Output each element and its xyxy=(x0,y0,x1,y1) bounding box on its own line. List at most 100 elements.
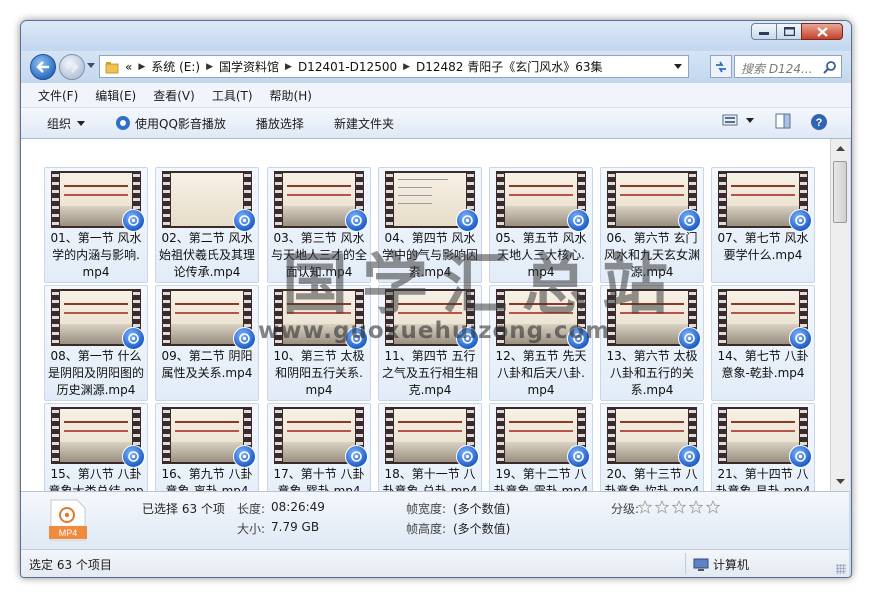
chevron-right-icon: ▶ xyxy=(403,61,411,72)
scroll-thumb[interactable] xyxy=(833,161,847,223)
thumbnail-subtitle-bar xyxy=(509,194,573,196)
file-item[interactable]: 16、第九节 八卦意象-离卦.mp4 xyxy=(155,403,259,491)
file-item[interactable]: 05、第五节 风水天地人三大核心.mp4 xyxy=(489,167,593,283)
qq-player-icon xyxy=(567,445,590,468)
scroll-up-button[interactable] xyxy=(833,141,848,156)
file-grid[interactable]: 01、第一节 风水学的内涵与影响.mp4 02、第二节 风水始祖伏羲氏及其理论传承… xyxy=(21,139,830,491)
file-item-label: 10、第三节 太极和阴阳五行关系.mp4 xyxy=(273,349,365,397)
address-bar[interactable]: « ▶ 系统 (E:) ▶ 国学资料馆 ▶ D12401-D12500 ▶ D12482… xyxy=(99,55,689,78)
file-item[interactable]: 09、第二节 阴阳属性及关系.mp4 xyxy=(155,285,259,401)
new-folder-button[interactable]: 新建文件夹 xyxy=(334,115,394,132)
file-item-label: 11、第四节 五行之气及五行相生相克.mp4 xyxy=(381,349,478,397)
film-strip xyxy=(497,171,504,228)
vertical-scrollbar[interactable] xyxy=(830,139,850,491)
search-box[interactable]: 搜索 D124... xyxy=(734,55,842,78)
resize-grip[interactable] xyxy=(836,564,846,574)
thumbnail-subtitle-bar xyxy=(620,430,684,432)
forward-button[interactable] xyxy=(59,54,85,80)
minimize-button[interactable] xyxy=(751,23,777,40)
breadcrumb-folder[interactable]: ▶ D12401-D12500 xyxy=(279,60,397,74)
thumbnail-subtitle-bar xyxy=(398,312,462,314)
breadcrumb-drive[interactable]: ▶ 系统 (E:) xyxy=(132,58,200,75)
file-item[interactable]: 01、第一节 风水学的内涵与影响.mp4 xyxy=(44,167,148,283)
file-item[interactable]: 19、第十二节 八卦意象-震卦.mp4 xyxy=(489,403,593,491)
thumbnail-subtitle-bar xyxy=(731,312,795,314)
menu-view[interactable]: 查看(V) xyxy=(153,87,195,104)
file-item[interactable]: 20、第十三节 八卦意象-坎卦.mp4 xyxy=(600,403,704,491)
qq-player-icon xyxy=(116,116,131,130)
file-item[interactable]: 02、第二节 风水始祖伏羲氏及其理论传承.mp4 xyxy=(155,167,259,283)
maximize-icon xyxy=(783,27,795,36)
organize-button[interactable]: 组织 xyxy=(47,115,86,132)
file-item-label: 09、第二节 阴阳属性及关系.mp4 xyxy=(161,349,253,380)
file-item[interactable]: 21、第十四节 八卦意象-艮卦.mp4 xyxy=(711,403,815,491)
file-item[interactable]: 08、第一节 什么是阴阳及阴阳图的历史渊源.mp4 xyxy=(44,285,148,401)
rating-stars[interactable] xyxy=(637,499,723,517)
thumbnail-subtitle-bar xyxy=(64,312,128,314)
breadcrumb-folder[interactable]: ▶ 国学资料馆 xyxy=(200,58,279,75)
close-button[interactable] xyxy=(801,23,843,40)
thumbnail-subtitle-bar xyxy=(287,430,351,432)
refresh-button[interactable] xyxy=(710,55,732,78)
status-text: 选定 63 个项目 xyxy=(29,558,112,572)
status-bar: 选定 63 个项目 计算机 xyxy=(21,549,849,577)
film-strip xyxy=(719,289,726,346)
file-item[interactable]: 12、第五节 先天八卦和后天八卦.mp4 xyxy=(489,285,593,401)
star-icon[interactable] xyxy=(705,499,721,517)
file-item[interactable]: 13、第六节 太极八卦和五行的关系.mp4 xyxy=(600,285,704,401)
back-button[interactable] xyxy=(30,54,56,80)
search-icon[interactable] xyxy=(823,60,837,74)
thumbnail-subtitle-bar xyxy=(175,312,239,314)
file-item[interactable]: 04、第四节 风水学中的气与影响因素.mp4 xyxy=(378,167,482,283)
file-item[interactable]: 10、第三节 太极和阴阳五行关系.mp4 xyxy=(267,285,371,401)
menu-tools[interactable]: 工具(T) xyxy=(212,87,253,104)
file-item[interactable]: 06、第六节 玄门风水和九天玄女渊源.mp4 xyxy=(600,167,704,283)
qq-player-icon xyxy=(789,209,812,232)
film-strip xyxy=(163,171,170,228)
change-view-button[interactable] xyxy=(722,113,754,127)
search-placeholder: 搜索 D124... xyxy=(741,62,813,76)
thumbnail-title-bar xyxy=(64,421,128,423)
thumbnail-landscape xyxy=(283,206,355,226)
breadcrumb-current[interactable]: ▶ D12482 青阳子《玄门风水》63集 xyxy=(397,58,602,75)
play-qq-button[interactable]: 使用QQ影音播放 xyxy=(115,115,226,132)
help-button[interactable]: ? xyxy=(810,113,828,131)
play-selection-button[interactable]: 播放选择 xyxy=(256,115,304,132)
file-item[interactable]: 14、第七节 八卦意象-乾卦.mp4 xyxy=(711,285,815,401)
thumbnail-title-bar xyxy=(287,303,351,305)
menu-help[interactable]: 帮助(H) xyxy=(270,87,312,104)
file-item[interactable]: 15、第八节 八卦意象大类总结.mp4 xyxy=(44,403,148,491)
breadcrumb-label: D12482 青阳子《玄门风水》63集 xyxy=(416,60,603,74)
thumbnail-subtitle-bar xyxy=(620,312,684,314)
thumbnail-landscape xyxy=(394,324,466,344)
preview-pane-button[interactable] xyxy=(775,113,791,129)
file-item[interactable]: 03、第三节 风水与天地人三才的全面认知.mp4 xyxy=(267,167,371,283)
qq-player-icon xyxy=(345,327,368,350)
file-item[interactable]: 18、第十一节 八卦意象-兑卦.mp4 xyxy=(378,403,482,491)
breadcrumb-overflow[interactable]: « xyxy=(125,60,132,74)
menu-file[interactable]: 文件(F) xyxy=(38,87,78,104)
file-item[interactable]: 17、第十节 八卦意象-巽卦.mp4 xyxy=(267,403,371,491)
maximize-button[interactable] xyxy=(776,23,802,40)
qq-player-icon xyxy=(345,445,368,468)
address-history-dropdown[interactable] xyxy=(674,64,682,69)
menu-edit[interactable]: 编辑(E) xyxy=(95,87,136,104)
file-item[interactable]: 11、第四节 五行之气及五行相生相克.mp4 xyxy=(378,285,482,401)
film-strip xyxy=(719,407,726,464)
film-strip xyxy=(163,289,170,346)
scroll-down-button[interactable] xyxy=(833,474,848,489)
star-icon[interactable] xyxy=(688,499,704,517)
file-item-label: 03、第三节 风水与天地人三才的全面认知.mp4 xyxy=(270,231,367,279)
film-strip xyxy=(386,289,393,346)
mp4-file-icon: MP4 xyxy=(49,499,87,541)
selected-count: 已选择 63 个项 xyxy=(142,502,225,516)
thumbnail-landscape xyxy=(616,442,688,462)
thumbnail-title-bar xyxy=(287,421,351,423)
recent-pages-dropdown[interactable] xyxy=(87,63,95,68)
star-icon[interactable] xyxy=(654,499,670,517)
thumbnail-subtitle-bar xyxy=(64,430,128,432)
thumbnail-subtitle-bar xyxy=(64,194,128,196)
file-item[interactable]: 07、第七节 风水要学什么.mp4 xyxy=(711,167,815,283)
star-icon[interactable] xyxy=(637,499,653,517)
star-icon[interactable] xyxy=(671,499,687,517)
